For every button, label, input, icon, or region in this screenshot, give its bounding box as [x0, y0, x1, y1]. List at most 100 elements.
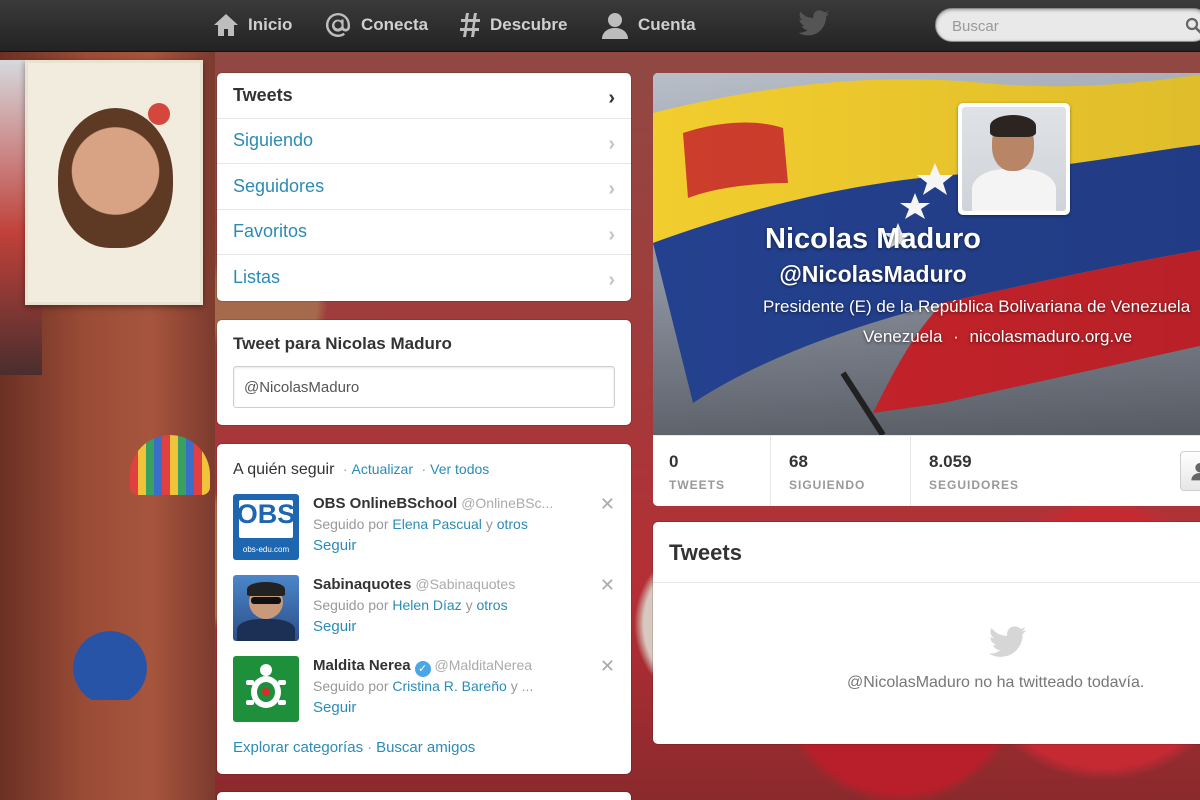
- empty-timeline-message: @NicolasMaduro no ha twitteado todavía.: [847, 674, 1145, 691]
- stat-label: SIGUIENDO: [789, 478, 866, 492]
- stat-following[interactable]: 68 SIGUIENDO: [773, 436, 911, 506]
- profile-nav-listas[interactable]: Listas ›: [217, 255, 631, 301]
- home-icon: [214, 14, 238, 36]
- who-to-follow-header: A quién seguir · Actualizar · Ver todos: [233, 461, 490, 478]
- at-icon: [325, 12, 350, 37]
- avatar[interactable]: OBS obs-edu.com: [233, 494, 299, 560]
- user-icon: [1191, 463, 1200, 481]
- compose-title: Tweet para Nicolas Maduro: [233, 334, 452, 353]
- followed-by-others-link[interactable]: otros: [476, 597, 507, 613]
- followed-by-and: y: [485, 516, 493, 532]
- suggestion-name[interactable]: Maldita Nerea: [313, 657, 411, 674]
- avatar[interactable]: [233, 575, 299, 641]
- profile-nav-panel: Tweets › Siguiendo › Seguidores › Favori…: [217, 73, 631, 301]
- suggestion-handle: @OnlineBSc...: [461, 495, 554, 511]
- profile-separator: ·: [953, 327, 959, 346]
- nav-inicio[interactable]: Inicio: [212, 0, 292, 50]
- profile-nav-tweets[interactable]: Tweets ›: [217, 73, 631, 119]
- profile-bio: Presidente (E) de la República Bolivaria…: [763, 297, 1191, 316]
- view-all-link[interactable]: Ver todos: [430, 461, 489, 477]
- profile-url-link[interactable]: nicolasmaduro.org.ve: [970, 327, 1133, 346]
- turtle-logo-icon: [246, 664, 286, 708]
- tweets-timeline-panel: Tweets @NicolasMaduro no ha twitteado to…: [653, 522, 1200, 744]
- suggestion-item: Sabinaquotes @Sabinaquotes Seguido por He…: [233, 575, 615, 645]
- profile-nav-favoritos[interactable]: Favoritos ›: [217, 210, 631, 255]
- hash-icon: [460, 13, 480, 37]
- stat-followers[interactable]: 8.059 SEGUIDORES: [913, 436, 1073, 506]
- compose-tweet-panel: Tweet para Nicolas Maduro: [217, 320, 631, 425]
- compose-input[interactable]: [233, 366, 615, 408]
- user-icon: [602, 13, 628, 39]
- follow-button[interactable]: Seguir: [313, 618, 356, 635]
- followed-by-and: y: [465, 597, 473, 613]
- stat-value: 0: [669, 452, 679, 471]
- followed-by-prefix: Seguido por: [313, 678, 389, 694]
- follow-button[interactable]: Seguir: [313, 537, 356, 554]
- profile-nav-seguidores[interactable]: Seguidores ›: [217, 164, 631, 210]
- dismiss-icon[interactable]: ✕: [600, 494, 615, 515]
- profile-nav-label: Siguiendo: [233, 130, 314, 151]
- suggestion-item: Maldita Nerea ✓ @MalditaNerea Seguido por …: [233, 656, 615, 726]
- who-to-follow-title: A quién seguir: [233, 461, 335, 478]
- followed-by-link[interactable]: Elena Pascual: [392, 516, 482, 532]
- stat-value: 8.059: [929, 452, 972, 471]
- stat-label: TWEETS: [669, 478, 725, 492]
- profile-location: Venezuela: [863, 327, 943, 346]
- profile-nav-label: Seguidores: [233, 175, 325, 196]
- nav-conecta-label: Conecta: [361, 15, 429, 34]
- nav-cuenta[interactable]: Cuenta: [600, 0, 696, 50]
- nav-descubre[interactable]: Descubre: [458, 0, 567, 50]
- search-icon[interactable]: [1185, 17, 1200, 35]
- background-religious-card: [25, 60, 203, 305]
- stat-tweets[interactable]: 0 TWEETS: [653, 436, 771, 506]
- avatar-logo-text: OBS: [236, 499, 296, 529]
- nav-descubre-label: Descubre: [490, 15, 568, 34]
- followed-by-link[interactable]: Helen Díaz: [392, 597, 461, 613]
- chevron-right-icon: ›: [608, 223, 615, 246]
- background-flag-cap: [55, 620, 165, 700]
- avatar[interactable]: [233, 656, 299, 722]
- profile-nav-label: Tweets: [233, 84, 293, 105]
- followed-by-others-link[interactable]: otros: [497, 516, 528, 532]
- search-input[interactable]: [952, 15, 1172, 37]
- dismiss-icon[interactable]: ✕: [600, 575, 615, 596]
- nav-inicio-label: Inicio: [248, 15, 293, 34]
- profile-nav-label: Favoritos: [233, 221, 308, 242]
- nav-conecta[interactable]: Conecta: [323, 0, 428, 50]
- dismiss-icon[interactable]: ✕: [600, 656, 615, 677]
- nav-cuenta-label: Cuenta: [638, 15, 696, 34]
- suggestion-name[interactable]: OBS OnlineBSchool: [313, 495, 457, 512]
- verified-badge-icon: ✓: [414, 661, 431, 677]
- who-to-follow-footer: Explorar categorías · Buscar amigos: [233, 739, 476, 756]
- profile-nav-label: Listas: [233, 267, 281, 288]
- search-box: [935, 8, 1200, 42]
- find-friends-link[interactable]: Buscar amigos: [376, 739, 475, 756]
- suggestion-handle: @MalditaNerea: [434, 657, 533, 673]
- suggestion-name[interactable]: Sabinaquotes: [313, 576, 411, 593]
- next-panel-edge: [217, 792, 631, 800]
- followed-by-prefix: Seguido por: [313, 597, 389, 613]
- followed-by-and: y ...: [510, 678, 534, 694]
- chevron-right-icon: ›: [608, 87, 615, 109]
- profile-avatar[interactable]: [958, 103, 1070, 215]
- follow-user-button[interactable]: [1180, 451, 1200, 491]
- profile-stats: 0 TWEETS 68 SIGUIENDO 8.059 SEGUIDORES: [653, 435, 1200, 506]
- suggestion-handle: @Sabinaquotes: [415, 576, 516, 592]
- profile-nav-siguiendo[interactable]: Siguiendo ›: [217, 119, 631, 164]
- twitter-bird-icon: [988, 626, 1027, 657]
- followed-by-link[interactable]: Cristina R. Bareño: [392, 678, 506, 694]
- tweets-title: Tweets: [669, 540, 742, 565]
- explore-categories-link[interactable]: Explorar categorías: [233, 739, 363, 756]
- profile-location-url: Venezuela · nicolasmaduro.org.ve: [863, 327, 1200, 347]
- avatar-logo-subtext: obs-edu.com: [242, 545, 290, 554]
- top-navigation-bar: Inicio Conecta Descubre Cuenta: [0, 0, 1200, 52]
- twitter-bird-icon[interactable]: [798, 10, 830, 38]
- profile-header-card: Nicolas Maduro @NicolasMaduro Presidente…: [653, 73, 1200, 506]
- followed-by-prefix: Seguido por: [313, 516, 389, 532]
- chevron-right-icon: ›: [608, 178, 615, 200]
- follow-button[interactable]: Seguir: [313, 699, 356, 716]
- refresh-link[interactable]: Actualizar: [352, 461, 413, 477]
- suggestion-item: OBS obs-edu.com OBS OnlineBSchool @Online…: [233, 494, 615, 564]
- profile-header-image: Nicolas Maduro @NicolasMaduro Presidente…: [653, 73, 1200, 435]
- stat-value: 68: [789, 452, 808, 471]
